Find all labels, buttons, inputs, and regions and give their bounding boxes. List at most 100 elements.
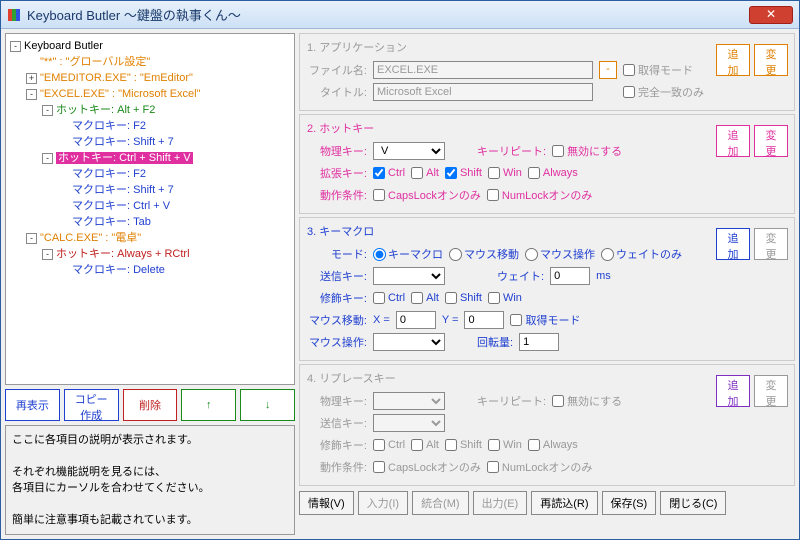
r-shift-check[interactable] <box>445 439 457 451</box>
shift-check[interactable] <box>445 167 457 179</box>
close-icon[interactable]: ✕ <box>749 6 793 24</box>
exact-check[interactable] <box>623 86 635 98</box>
hot-change-button[interactable]: 変更 <box>754 125 788 157</box>
expand-icon[interactable]: - <box>42 105 53 116</box>
macro-group: 3. キーマクロ 追加 変更 モード: キーマクロ マウス移動 マウス操作 ウェ… <box>299 217 795 361</box>
m-ctrl-check[interactable] <box>373 292 385 304</box>
disable-check[interactable] <box>552 145 564 157</box>
copy-button[interactable]: コピー作成 <box>64 389 119 421</box>
macro-change-button[interactable]: 変更 <box>754 228 788 260</box>
titlebar[interactable]: Keyboard Butler ～鍵盤の執事くん～ ✕ <box>1 1 799 29</box>
app-add-button[interactable]: 追加 <box>716 44 750 76</box>
keyrepeat-label: キーリピート: <box>477 143 546 159</box>
tree-label: Keyboard Butler <box>24 40 103 52</box>
tree-item[interactable]: -ホットキー: Always + RCtrl <box>10 246 290 262</box>
r-disable-check[interactable] <box>552 395 564 407</box>
app-change-button[interactable]: 変更 <box>754 44 788 76</box>
tree-item[interactable]: +"EMEDITOR.EXE" : "EmEditor" <box>10 70 290 86</box>
title-label: タイトル: <box>307 84 367 100</box>
rot-input[interactable] <box>519 333 559 351</box>
tree-label: マクロキー: Delete <box>72 264 165 276</box>
expand-icon[interactable]: - <box>26 233 37 244</box>
m-getmode-check[interactable] <box>510 314 522 326</box>
mop-select[interactable] <box>373 333 445 351</box>
reload-button[interactable]: 再読込(R) <box>531 491 597 515</box>
expand-icon[interactable]: + <box>26 73 37 84</box>
hot-add-button[interactable]: 追加 <box>716 125 750 157</box>
r-always-check[interactable] <box>528 439 540 451</box>
expand-icon[interactable]: - <box>10 41 21 52</box>
filename-input[interactable] <box>373 61 593 79</box>
mode-op-radio[interactable] <box>525 248 538 261</box>
num-check[interactable] <box>487 189 499 201</box>
r-alt-check[interactable] <box>411 439 423 451</box>
tree-item[interactable]: マクロキー: Delete <box>10 262 290 278</box>
rep-change-button[interactable]: 変更 <box>754 375 788 407</box>
tree-item[interactable]: "**" : "グローバル設定" <box>10 54 290 70</box>
r-win-check[interactable] <box>488 439 500 451</box>
tree-item[interactable]: マクロキー: Ctrl + V <box>10 198 290 214</box>
rep-add-button[interactable]: 追加 <box>716 375 750 407</box>
mode-label: モード: <box>307 246 367 262</box>
r-num-check[interactable] <box>487 461 499 473</box>
close-button[interactable]: 閉じる(C) <box>660 491 726 515</box>
cond-label: 動作条件: <box>307 187 367 203</box>
r-send-select[interactable] <box>373 414 445 432</box>
tree-item[interactable]: -ホットキー: Alt + F2 <box>10 102 290 118</box>
help-line: ここに各項目の説明が表示されます。 <box>12 432 288 448</box>
macro-add-button[interactable]: 追加 <box>716 228 750 260</box>
tree-item[interactable]: -ホットキー: Ctrl + Shift + V <box>10 150 290 166</box>
r-phys-select[interactable] <box>373 392 445 410</box>
caps-check[interactable] <box>373 189 385 201</box>
mode-wait-radio[interactable] <box>601 248 614 261</box>
getmode-check[interactable] <box>623 64 635 76</box>
help-panel: ここに各項目の説明が表示されます。 それぞれ機能説明を見るには、 各項目にカーソ… <box>5 425 295 535</box>
merge-button[interactable]: 統合(M) <box>412 491 469 515</box>
tree-item[interactable]: マクロキー: Shift + 7 <box>10 182 290 198</box>
tree-item[interactable]: -"EXCEL.EXE" : "Microsoft Excel" <box>10 86 290 102</box>
expand-icon[interactable]: - <box>26 89 37 100</box>
m-win-check[interactable] <box>488 292 500 304</box>
r-send-label: 送信キー: <box>307 415 367 431</box>
tree-item[interactable]: -Keyboard Butler <box>10 38 290 54</box>
win-check[interactable] <box>488 167 500 179</box>
tree-item[interactable]: マクロキー: F2 <box>10 166 290 182</box>
always-check[interactable] <box>528 167 540 179</box>
expand-icon[interactable]: - <box>42 249 53 260</box>
move-down-button[interactable]: ↓ <box>240 389 295 421</box>
physkey-select[interactable]: V <box>373 142 445 160</box>
y-input[interactable] <box>464 311 504 329</box>
tree-item[interactable]: マクロキー: Shift + 7 <box>10 134 290 150</box>
help-line: 各項目にカーソルを合わせてください。 <box>12 480 288 496</box>
mode-macro-radio[interactable] <box>373 248 386 261</box>
tree-item[interactable]: マクロキー: F2 <box>10 118 290 134</box>
minus-button[interactable]: - <box>599 61 617 79</box>
x-input[interactable] <box>396 311 436 329</box>
m-shift-check[interactable] <box>445 292 457 304</box>
alt-check[interactable] <box>411 167 423 179</box>
redisplay-button[interactable]: 再表示 <box>5 389 60 421</box>
rot-label: 回転量: <box>477 334 513 350</box>
title-input[interactable] <box>373 83 593 101</box>
wait-input[interactable] <box>550 267 590 285</box>
delete-button[interactable]: 削除 <box>123 389 178 421</box>
mode-move-radio[interactable] <box>449 248 462 261</box>
sendkey-select[interactable] <box>373 267 445 285</box>
info-button[interactable]: 情報(V) <box>299 491 354 515</box>
expand-icon[interactable]: - <box>42 153 53 164</box>
tree-item[interactable]: マクロキー: Tab <box>10 214 290 230</box>
r-caps-check[interactable] <box>373 461 385 473</box>
output-button[interactable]: 出力(E) <box>473 491 528 515</box>
save-button[interactable]: 保存(S) <box>602 491 657 515</box>
config-tree[interactable]: -Keyboard Butler"**" : "グローバル設定"+"EMEDIT… <box>5 33 295 385</box>
content-area: -Keyboard Butler"**" : "グローバル設定"+"EMEDIT… <box>1 29 799 539</box>
m-alt-check[interactable] <box>411 292 423 304</box>
group-title: 1. アプリケーション <box>307 39 787 55</box>
input-button[interactable]: 入力(I) <box>358 491 408 515</box>
tree-item[interactable]: -"CALC.EXE" : "電卓" <box>10 230 290 246</box>
application-group: 1. アプリケーション 追加 変更 ファイル名: - 取得モード タイトル: 完… <box>299 33 795 111</box>
ctrl-check[interactable] <box>373 167 385 179</box>
r-ctrl-check[interactable] <box>373 439 385 451</box>
move-up-button[interactable]: ↑ <box>181 389 236 421</box>
wait-label: ウェイト: <box>497 268 544 284</box>
